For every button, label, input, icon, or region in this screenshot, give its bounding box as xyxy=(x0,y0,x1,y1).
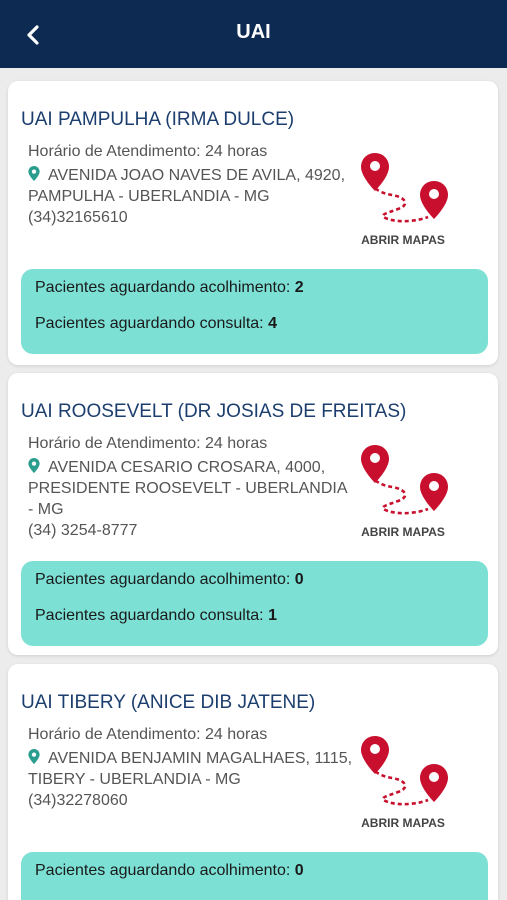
waiting-consult-label: Pacientes aguardando consulta: xyxy=(35,315,264,332)
open-maps-label: ABRIR MAPAS xyxy=(361,525,445,539)
waiting-consult-label: Pacientes aguardando consulta: xyxy=(35,607,264,624)
uai-name: UAI PAMPULHA (IRMA DULCE) xyxy=(21,109,295,130)
phone-number[interactable]: (34)32278060 xyxy=(28,790,353,811)
waiting-patients-box: Pacientes aguardando acolhimento: 2 Paci… xyxy=(21,269,488,354)
open-maps-button[interactable]: ABRIR MAPAS xyxy=(348,433,458,543)
address-text: AVENIDA BENJAMIN MAGALHAES, 1115, TIBERY… xyxy=(28,750,353,788)
waiting-reception-count: 0 xyxy=(294,862,304,879)
address-text: AVENIDA JOAO NAVES DE AVILA, 4920, PAMPU… xyxy=(28,167,346,205)
app-header: UAI xyxy=(0,0,507,68)
address-text: AVENIDA CESARIO CROSARA, 4000, PRESIDENT… xyxy=(28,459,347,518)
uai-card: UAI PAMPULHA (IRMA DULCE) Horário de Ate… xyxy=(8,81,498,365)
open-maps-label: ABRIR MAPAS xyxy=(361,233,445,247)
uai-list[interactable]: UAI PAMPULHA (IRMA DULCE) Horário de Ate… xyxy=(0,68,507,900)
address-block: AVENIDA JOAO NAVES DE AVILA, 4920, PAMPU… xyxy=(28,165,353,228)
map-route-icon xyxy=(361,153,448,223)
location-pin-icon xyxy=(28,458,40,473)
waiting-reception-label: Pacientes aguardando acolhimento: xyxy=(35,862,291,879)
waiting-patients-box: Pacientes aguardando acolhimento: 0 Paci… xyxy=(21,561,488,646)
page-title: UAI xyxy=(236,21,271,43)
waiting-consult-line: Pacientes aguardando consulta: 4 xyxy=(35,315,277,333)
waiting-consult-line: Pacientes aguardando consulta: 1 xyxy=(35,607,277,625)
open-maps-button[interactable]: ABRIR MAPAS xyxy=(348,724,458,834)
uai-card: UAI TIBERY (ANICE DIB JATENE) Horário de… xyxy=(8,664,498,900)
waiting-reception-label: Pacientes aguardando acolhimento: xyxy=(35,571,291,588)
waiting-reception-line: Pacientes aguardando acolhimento: 0 xyxy=(35,862,304,880)
waiting-consult-count: 4 xyxy=(268,315,277,332)
waiting-consult-count: 1 xyxy=(268,607,277,624)
waiting-patients-box: Pacientes aguardando acolhimento: 0 xyxy=(21,852,488,900)
waiting-reception-line: Pacientes aguardando acolhimento: 2 xyxy=(35,279,304,297)
opening-hours: Horário de Atendimento: 24 horas xyxy=(28,726,268,743)
map-route-icon xyxy=(361,736,448,806)
address-block: AVENIDA CESARIO CROSARA, 4000, PRESIDENT… xyxy=(28,457,353,541)
open-maps-label: ABRIR MAPAS xyxy=(361,816,445,830)
waiting-reception-count: 2 xyxy=(294,279,304,296)
map-route-icon xyxy=(361,445,448,515)
waiting-reception-line: Pacientes aguardando acolhimento: 0 xyxy=(35,571,304,589)
waiting-reception-label: Pacientes aguardando acolhimento: xyxy=(35,279,291,296)
phone-number[interactable]: (34)32165610 xyxy=(28,207,353,228)
opening-hours: Horário de Atendimento: 24 horas xyxy=(28,143,268,160)
opening-hours: Horário de Atendimento: 24 horas xyxy=(28,435,268,452)
phone-number[interactable]: (34) 3254-8777 xyxy=(28,520,353,541)
uai-name: UAI ROOSEVELT (DR JOSIAS DE FREITAS) xyxy=(21,401,407,422)
address-block: AVENIDA BENJAMIN MAGALHAES, 1115, TIBERY… xyxy=(28,748,353,811)
location-pin-icon xyxy=(28,166,40,181)
uai-card: UAI ROOSEVELT (DR JOSIAS DE FREITAS) Hor… xyxy=(8,373,498,655)
waiting-reception-count: 0 xyxy=(294,571,304,588)
uai-name: UAI TIBERY (ANICE DIB JATENE) xyxy=(21,692,316,713)
open-maps-button[interactable]: ABRIR MAPAS xyxy=(348,141,458,251)
location-pin-icon xyxy=(28,749,40,764)
